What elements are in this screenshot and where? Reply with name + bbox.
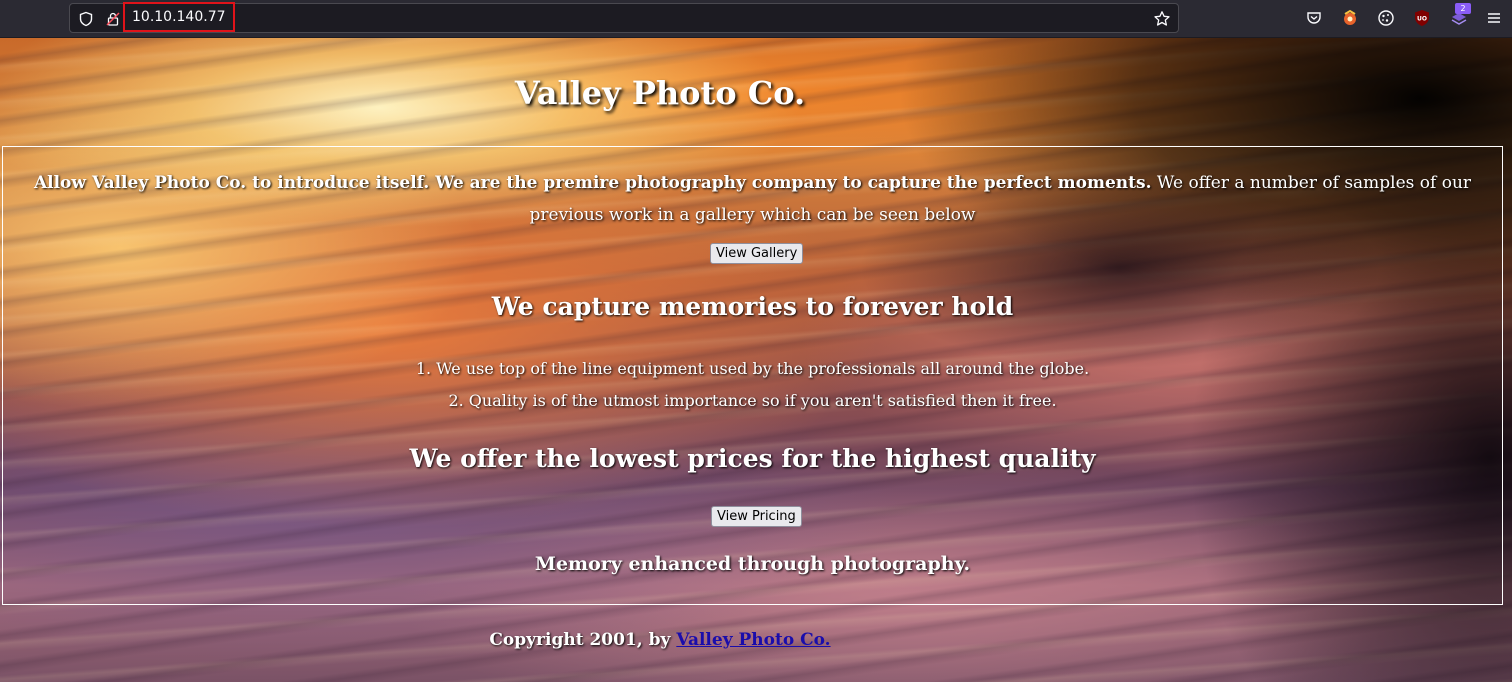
ublock-icon[interactable]: UO [1413,9,1431,27]
menu-icon[interactable] [1485,9,1503,27]
content-box: Allow Valley Photo Co. to introduce itse… [2,146,1503,605]
tagline: Memory enhanced through photography. [534,553,971,575]
address-bar[interactable]: 10.10.140.77 [69,2,1179,33]
footer-company-link[interactable]: Valley Photo Co. [676,630,830,650]
insecure-lock-icon[interactable] [105,11,121,27]
browser-toolbar: 10.10.140.77 UO 2 [0,0,1512,38]
svg-text:UO: UO [1417,16,1427,23]
intro-bold-text: Allow Valley Photo Co. to introduce itse… [33,173,1152,193]
footer: Copyright 2001, by Valley Photo Co. [0,630,1320,650]
cookie-icon[interactable] [1377,9,1395,27]
extension-icon[interactable] [1341,9,1359,27]
page-background: Valley Photo Co. Allow Valley Photo Co. … [0,38,1512,682]
pocket-icon[interactable] [1305,9,1323,27]
url-highlight-box [123,2,235,32]
view-pricing-button[interactable]: View Pricing [711,506,802,527]
features-list: 1. We use top of the line equipment used… [3,353,1502,417]
shield-icon[interactable] [78,11,94,27]
view-gallery-button[interactable]: View Gallery [710,243,804,264]
list-item: 1. We use top of the line equipment used… [415,359,1090,378]
heading-capture-memories: We capture memories to forever hold [491,292,1014,321]
list-item: 2. Quality is of the utmost importance s… [448,391,1057,410]
extension-badge-count: 2 [1455,3,1471,14]
footer-copyright-text: Copyright 2001, by [489,630,677,650]
intro-paragraph: Allow Valley Photo Co. to introduce itse… [3,167,1502,231]
heading-lowest-prices: We offer the lowest prices for the highe… [409,444,1096,473]
bookmark-star-icon[interactable] [1153,10,1171,32]
page-title: Valley Photo Co. [514,74,806,112]
